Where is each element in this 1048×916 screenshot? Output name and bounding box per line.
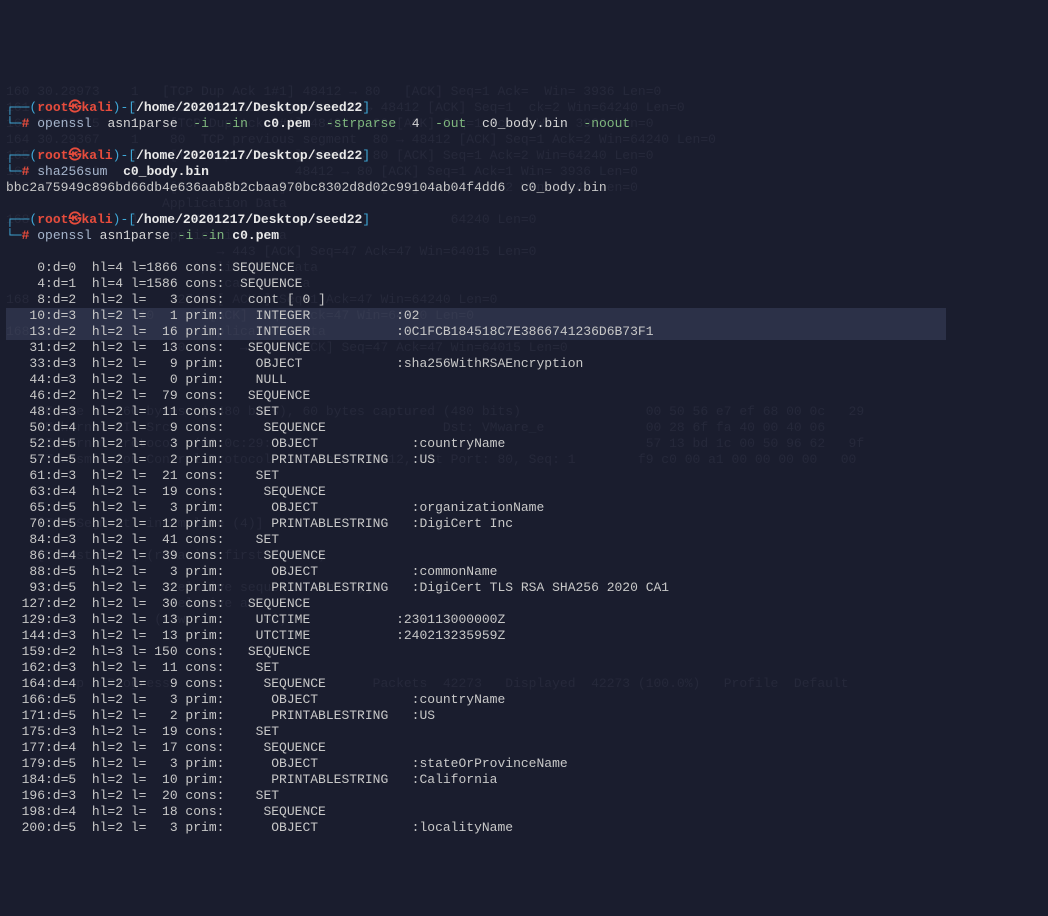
command-token: asn1parse [92,116,193,131]
command-output: bbc2a75949c896bd66db4e636aab8b2cbaa970bc… [6,180,1042,196]
prompt-line-1: ┌──(root㉿kali)-[/home/20201217/Desktop/s… [6,212,1042,228]
command-token: c0.pem [264,116,311,131]
asn1-line: 127:d=2 hl=2 l= 30 cons: SEQUENCE [6,596,1042,612]
prompt-user: root [37,212,68,227]
prompt-line-2[interactable]: └─# openssl asn1parse -i -in c0.pem [6,228,1042,244]
prompt-host: kali [81,100,112,115]
asn1-line: 33:d=3 hl=2 l= 9 prim: OBJECT :sha256Wit… [6,356,1042,372]
command-token: c0_body.bin [466,116,583,131]
command-token: -out [435,116,466,131]
asn1-line: 177:d=4 hl=2 l= 17 cons: SEQUENCE [6,740,1042,756]
asn1-line: 162:d=3 hl=2 l= 11 cons: SET [6,660,1042,676]
prompt-path: /home/20201217/Desktop/seed22 [136,100,362,115]
command-token: -strparse [326,116,396,131]
asn1-line: 70:d=5 hl=2 l= 12 prim: PRINTABLESTRING … [6,516,1042,532]
asn1-line: 65:d=5 hl=2 l= 3 prim: OBJECT :organizat… [6,500,1042,516]
asn1-line: 184:d=5 hl=2 l= 10 prim: PRINTABLESTRING… [6,772,1042,788]
asn1-line: 166:d=5 hl=2 l= 3 prim: OBJECT :countryN… [6,692,1042,708]
prompt-line-2[interactable]: └─# sha256sum c0_body.bin [6,164,1042,180]
command-token: asn1parse [92,228,178,243]
asn1-line: 86:d=4 hl=2 l= 39 cons: SEQUENCE [6,548,1042,564]
blank-line [6,244,1042,260]
command-token: c0_body.bin [123,164,209,179]
asn1-line: 0:d=0 hl=4 l=1866 cons: SEQUENCE [6,260,1042,276]
command-token: -noout [583,116,630,131]
asn1-line: 61:d=3 hl=2 l= 21 cons: SET [6,468,1042,484]
prompt-host: kali [81,148,112,163]
asn1-line: 52:d=5 hl=2 l= 3 prim: OBJECT :countryNa… [6,436,1042,452]
prompt-line-1: ┌──(root㉿kali)-[/home/20201217/Desktop/s… [6,148,1042,164]
prompt-user: root [37,148,68,163]
command-token: openssl [37,116,92,131]
command-token [107,164,123,179]
asn1-line: 13:d=2 hl=2 l= 16 prim: INTEGER :0C1FCB1… [6,324,1042,340]
command-token: sha256sum [37,164,107,179]
asn1-line: 171:d=5 hl=2 l= 2 prim: PRINTABLESTRING … [6,708,1042,724]
asn1-line: 4:d=1 hl=4 l=1586 cons: SEQUENCE [6,276,1042,292]
command-token [209,116,225,131]
command-token [248,116,264,131]
prompt-path: /home/20201217/Desktop/seed22 [136,148,362,163]
asn1-line: 46:d=2 hl=2 l= 79 cons: SEQUENCE [6,388,1042,404]
prompt-path: /home/20201217/Desktop/seed22 [136,212,362,227]
asn1-line: 48:d=3 hl=2 l= 11 cons: SET [6,404,1042,420]
prompt-user: root [37,100,68,115]
terminal-output[interactable]: ┌──(root㉿kali)-[/home/20201217/Desktop/s… [6,100,1042,836]
highlighted-line: 13:d=2 hl=2 l= 16 prim: INTEGER :0C1FCB1… [6,324,946,340]
command-token: openssl [37,228,92,243]
blank-line [6,196,1042,212]
highlighted-line: 10:d=3 hl=2 l= 1 prim: INTEGER :02 [6,308,946,324]
asn1-line: 200:d=5 hl=2 l= 3 prim: OBJECT :locality… [6,820,1042,836]
command-token: c0.pem [232,228,279,243]
asn1-line: 10:d=3 hl=2 l= 1 prim: INTEGER :02 [6,308,1042,324]
asn1-line: 8:d=2 hl=2 l= 3 cons: cont [ 0 ] [6,292,1042,308]
asn1-line: 57:d=5 hl=2 l= 2 prim: PRINTABLESTRING :… [6,452,1042,468]
asn1-line: 198:d=4 hl=2 l= 18 cons: SEQUENCE [6,804,1042,820]
asn1-line: 44:d=3 hl=2 l= 0 prim: NULL [6,372,1042,388]
command-token [310,116,326,131]
asn1-line: 88:d=5 hl=2 l= 3 prim: OBJECT :commonNam… [6,564,1042,580]
asn1-line: 31:d=2 hl=2 l= 13 cons: SEQUENCE [6,340,1042,356]
asn1-line: 144:d=3 hl=2 l= 13 prim: UTCTIME :240213… [6,628,1042,644]
blank-line [6,132,1042,148]
command-token: -in [224,116,247,131]
asn1-line: 63:d=4 hl=2 l= 19 cons: SEQUENCE [6,484,1042,500]
command-token: -i [193,116,209,131]
command-token: 4 [396,116,435,131]
asn1-line: 93:d=5 hl=2 l= 32 prim: PRINTABLESTRING … [6,580,1042,596]
asn1-line: 196:d=3 hl=2 l= 20 cons: SET [6,788,1042,804]
asn1-line: 159:d=2 hl=3 l= 150 cons: SEQUENCE [6,644,1042,660]
prompt-line-2[interactable]: └─# openssl asn1parse -i -in c0.pem -str… [6,116,1042,132]
asn1-line: 84:d=3 hl=2 l= 41 cons: SET [6,532,1042,548]
asn1-line: 129:d=3 hl=2 l= 13 prim: UTCTIME :230113… [6,612,1042,628]
asn1-line: 179:d=5 hl=2 l= 3 prim: OBJECT :stateOrP… [6,756,1042,772]
asn1-line: 164:d=4 hl=2 l= 9 cons: SEQUENCE [6,676,1042,692]
asn1-line: 50:d=4 hl=2 l= 9 cons: SEQUENCE [6,420,1042,436]
command-token: -i -in [178,228,225,243]
prompt-host: kali [81,212,112,227]
prompt-line-1: ┌──(root㉿kali)-[/home/20201217/Desktop/s… [6,100,1042,116]
